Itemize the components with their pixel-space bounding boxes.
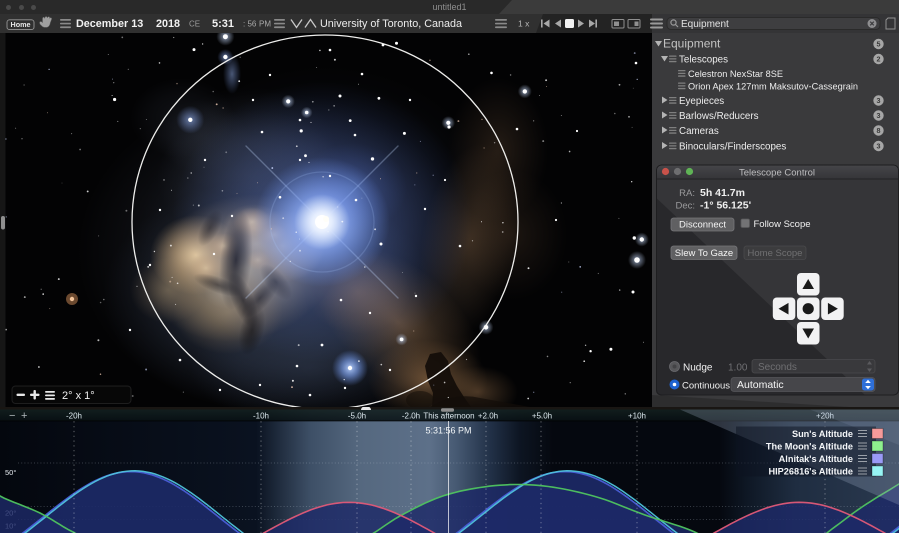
svg-text:Seconds: Seconds: [758, 362, 797, 373]
svg-text:5h 41.7m: 5h 41.7m: [700, 187, 745, 199]
svg-text:Dec:: Dec:: [675, 201, 695, 212]
svg-text:Sun's Altitude: Sun's Altitude: [792, 429, 853, 439]
svg-text:Telescope Control: Telescope Control: [739, 168, 815, 179]
svg-text:-10h: -10h: [253, 412, 269, 421]
svg-text:Binoculars/Finderscopes: Binoculars/Finderscopes: [679, 142, 786, 153]
svg-text:Orion Apex 127mm Maksutov-Cass: Orion Apex 127mm Maksutov-Cassegrain: [688, 82, 858, 92]
svg-text:December 13: December 13: [76, 18, 143, 30]
svg-text:3: 3: [877, 142, 881, 151]
svg-text:Barlows/Reducers: Barlows/Reducers: [679, 111, 759, 122]
svg-text:-20h: -20h: [66, 412, 82, 421]
svg-text:Home: Home: [11, 20, 31, 29]
svg-text:Automatic: Automatic: [737, 379, 784, 391]
svg-text:HIP26816's Altitude: HIP26816's Altitude: [768, 467, 853, 477]
svg-text:Slew To Gaze: Slew To Gaze: [675, 248, 733, 259]
svg-text:2018: 2018: [156, 18, 180, 30]
svg-text:This afternoon: This afternoon: [423, 412, 474, 421]
svg-text:Nudge: Nudge: [683, 363, 713, 374]
svg-text:−: −: [9, 410, 15, 422]
svg-text:+5.0h: +5.0h: [532, 412, 552, 421]
svg-text:Alnitak's Altitude: Alnitak's Altitude: [779, 454, 853, 464]
svg-text:Equipment: Equipment: [663, 37, 721, 51]
svg-text:+10h: +10h: [628, 412, 646, 421]
svg-text:Disconnect: Disconnect: [679, 220, 726, 231]
svg-text:-1° 56.125': -1° 56.125': [700, 200, 751, 212]
svg-text:50°: 50°: [5, 468, 16, 477]
svg-text:: 56: : 56: [243, 20, 257, 29]
svg-text:Celestron NexStar 8SE: Celestron NexStar 8SE: [688, 69, 783, 79]
svg-text:Cameras: Cameras: [679, 126, 719, 137]
svg-text:-2.0h: -2.0h: [402, 412, 420, 421]
svg-text:5: 5: [877, 40, 881, 49]
svg-text:Follow Scope: Follow Scope: [754, 219, 811, 230]
svg-text:CE: CE: [189, 20, 200, 29]
svg-text:+: +: [21, 410, 27, 422]
svg-text:Home Scope: Home Scope: [748, 248, 803, 259]
svg-text:3: 3: [877, 96, 881, 105]
svg-text:5:31: 5:31: [212, 18, 234, 30]
svg-text:The Moon's Altitude: The Moon's Altitude: [766, 442, 853, 452]
svg-text:3: 3: [877, 111, 881, 120]
svg-text:Continuous: Continuous: [682, 381, 730, 392]
svg-text:PM: PM: [259, 20, 271, 29]
svg-text:1 x: 1 x: [518, 19, 530, 29]
svg-text:5:31:56 PM: 5:31:56 PM: [425, 426, 471, 436]
svg-text:Eyepieces: Eyepieces: [679, 96, 724, 107]
svg-text:Equipment: Equipment: [681, 19, 729, 30]
svg-text:2: 2: [877, 55, 881, 64]
svg-text:8: 8: [877, 126, 881, 135]
svg-text:RA:: RA:: [679, 188, 695, 199]
svg-text:University of Toronto, Canada: University of Toronto, Canada: [320, 18, 462, 30]
svg-text:+2.0h: +2.0h: [478, 412, 498, 421]
svg-text:2° x 1°: 2° x 1°: [62, 390, 95, 402]
svg-text:1.00: 1.00: [728, 363, 748, 374]
svg-text:-5.0h: -5.0h: [348, 412, 366, 421]
svg-text:Telescopes: Telescopes: [679, 55, 728, 66]
